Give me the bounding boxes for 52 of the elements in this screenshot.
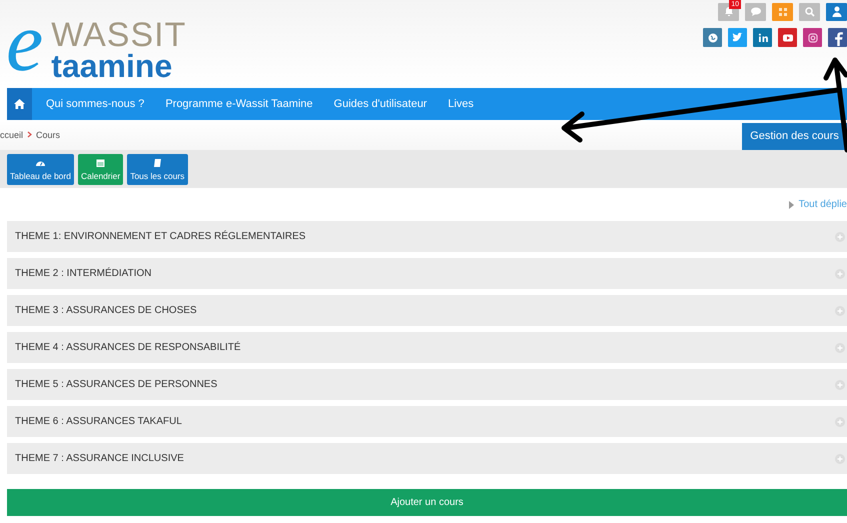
section-title: THEME 6 : ASSURANCES TAKAFUL [15, 416, 182, 427]
triangle-icon [788, 200, 794, 208]
expand-icon[interactable] [835, 342, 845, 352]
toolbar-button[interactable]: Calendrier [78, 154, 124, 184]
section-title: THEME 7 : ASSURANCE INCLUSIVE [15, 453, 184, 464]
expand-icon[interactable] [835, 268, 845, 278]
section-title: THEME 2 : INTERMÉDIATION [15, 268, 152, 279]
logo-letter: e [6, 6, 44, 86]
section-header[interactable]: THEME 6 : ASSURANCES TAKAFUL [7, 406, 847, 437]
expand-icon[interactable] [835, 454, 845, 464]
search-button[interactable] [799, 3, 820, 21]
section-header[interactable]: THEME 1: ENVIRONNEMENT ET CADRES RÉGLEMENTAIRES [7, 221, 847, 252]
facebook-link[interactable] [828, 28, 847, 47]
expand-all-link[interactable]: Tout déplie [798, 199, 847, 210]
home-icon [14, 99, 25, 109]
breadcrumb-link[interactable]: ccueil [0, 130, 24, 140]
section-header[interactable]: THEME 3 : ASSURANCES DE CHOSES [7, 295, 847, 326]
section-header[interactable]: THEME 5 : ASSURANCES DE PERSONNES [7, 369, 847, 400]
puzzle-button[interactable] [772, 3, 793, 21]
chevron-icon [27, 131, 32, 138]
bird-link[interactable] [728, 28, 747, 47]
section-title: THEME 1: ENVIRONNEMENT ET CADRES RÉGLEMENTAIRES [15, 231, 306, 242]
calendar-icon [95, 158, 106, 168]
nav-link[interactable]: Guides d'utilisateur [334, 98, 427, 110]
section-header[interactable]: THEME 4 : ASSURANCES DE RESPONSABILITÉ [7, 332, 847, 363]
home-button[interactable] [7, 88, 32, 120]
section-title: THEME 4 : ASSURANCES DE RESPONSABILITÉ [15, 342, 241, 353]
expand-icon[interactable] [835, 380, 845, 390]
nav-link[interactable]: Qui sommes-nous ? [46, 98, 144, 110]
toolbar-button[interactable]: Tous les cours [127, 154, 188, 184]
manage-courses-button[interactable]: Gestion des cours [742, 122, 847, 150]
section-title: THEME 5 : ASSURANCES DE PERSONNES [15, 379, 218, 390]
linkedin-link[interactable] [753, 28, 772, 47]
logo-text: WASSIT [51, 18, 186, 52]
breadcrumb-link[interactable]: Cours [36, 130, 60, 140]
expand-icon[interactable] [835, 306, 845, 316]
toolbar-button[interactable]: Tableau de bord [7, 154, 74, 184]
chat-button[interactable] [745, 3, 766, 21]
logo-text: taamine [51, 50, 174, 82]
nav-link[interactable]: Lives [448, 98, 474, 110]
play-link[interactable] [778, 28, 797, 47]
book-icon [152, 158, 163, 168]
expand-icon[interactable] [835, 416, 845, 426]
expand-icon[interactable] [835, 232, 845, 242]
add-course-button[interactable]: Ajouter un cours [7, 489, 847, 516]
section-header[interactable]: THEME 2 : INTERMÉDIATION [7, 258, 847, 289]
globe-link[interactable] [703, 28, 722, 47]
section-title: THEME 3 : ASSURANCES DE CHOSES [15, 305, 197, 316]
section-header[interactable]: THEME 7 : ASSURANCE INCLUSIVE [7, 443, 847, 474]
nav-link[interactable]: Programme e-Wassit Taamine [165, 98, 313, 110]
user-button[interactable] [826, 3, 847, 21]
camera-link[interactable] [803, 28, 822, 47]
